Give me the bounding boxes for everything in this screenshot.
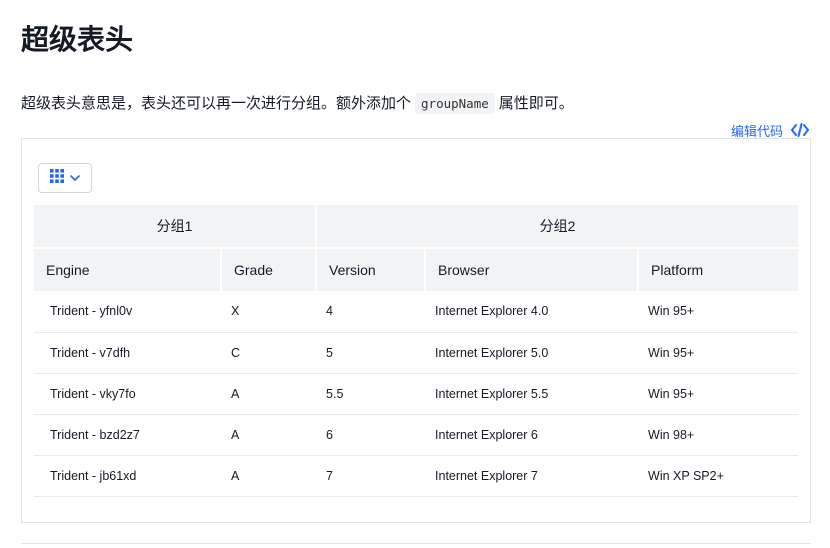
example-container: 分组1 分组2 Engine Grade Version Browser Pla…: [21, 138, 811, 523]
column-header-row: Engine Grade Version Browser Platform: [34, 248, 799, 291]
group-header-2: 分组2: [316, 205, 799, 249]
table-row: Trident - jb61xd A 7 Internet Explorer 7…: [34, 455, 799, 497]
grade-cell: A: [221, 455, 317, 497]
edit-code-link[interactable]: 编辑代码: [731, 120, 809, 140]
data-table: 分组1 分组2 Engine Grade Version Browser Pla…: [34, 205, 799, 497]
description-text: 超级表头意思是，表头还可以再一次进行分组。额外添加个: [21, 95, 412, 112]
browser-cell: Internet Explorer 5.0: [425, 332, 639, 374]
column-header-platform: Platform: [638, 248, 799, 291]
group-header-1: 分组1: [34, 205, 318, 249]
browser-cell: Internet Explorer 5.5: [425, 373, 639, 415]
page-description: 超级表头意思是，表头还可以再一次进行分组。额外添加个 groupName 属性即可。: [21, 92, 574, 116]
engine-cell: Trident - yfnl0v: [34, 291, 221, 333]
engine-cell: Trident - bzd2z7: [34, 414, 221, 456]
version-cell: 6: [316, 414, 426, 456]
column-header-version: Version: [316, 248, 427, 291]
chevron-down-icon: [70, 169, 80, 187]
table-row: Trident - bzd2z7 A 6 Internet Explorer 6…: [34, 414, 799, 456]
grid-icon: [50, 168, 64, 188]
grade-cell: A: [221, 414, 317, 456]
platform-cell: Win 95+: [638, 332, 799, 374]
grade-cell: A: [221, 373, 317, 415]
column-toggle-button[interactable]: [38, 163, 92, 193]
browser-cell: Internet Explorer 6: [425, 414, 639, 456]
table-row: Trident - vky7fo A 5.5 Internet Explorer…: [34, 373, 799, 415]
platform-cell: Win 98+: [638, 414, 799, 456]
group-header-row: 分组1 分组2: [34, 205, 799, 249]
version-cell: 5: [316, 332, 426, 374]
platform-cell: Win 95+: [638, 291, 799, 333]
table-row: Trident - v7dfh C 5 Internet Explorer 5.…: [34, 332, 799, 374]
engine-cell: Trident - vky7fo: [34, 373, 221, 415]
browser-cell: Internet Explorer 7: [425, 455, 639, 497]
description-text-end: 属性即可。: [498, 95, 574, 112]
grade-cell: X: [221, 291, 317, 333]
column-header-browser: Browser: [425, 248, 640, 291]
platform-cell: Win XP SP2+: [638, 455, 799, 497]
platform-cell: Win 95+: [638, 373, 799, 415]
version-cell: 7: [316, 455, 426, 497]
version-cell: 5.5: [316, 373, 426, 415]
engine-cell: Trident - jb61xd: [34, 455, 221, 497]
edit-code-label: 编辑代码: [730, 123, 783, 139]
section-divider: [21, 543, 811, 544]
page-title: 超级表头: [21, 24, 134, 55]
inline-code: groupName: [415, 93, 495, 114]
version-cell: 4: [316, 291, 426, 333]
browser-cell: Internet Explorer 4.0: [425, 291, 639, 333]
column-header-engine: Engine: [34, 248, 222, 291]
column-header-grade: Grade: [221, 248, 318, 291]
table-row: Trident - yfnl0v X 4 Internet Explorer 4…: [34, 291, 799, 333]
grade-cell: C: [221, 332, 317, 374]
code-icon: [791, 123, 809, 137]
engine-cell: Trident - v7dfh: [34, 332, 221, 374]
